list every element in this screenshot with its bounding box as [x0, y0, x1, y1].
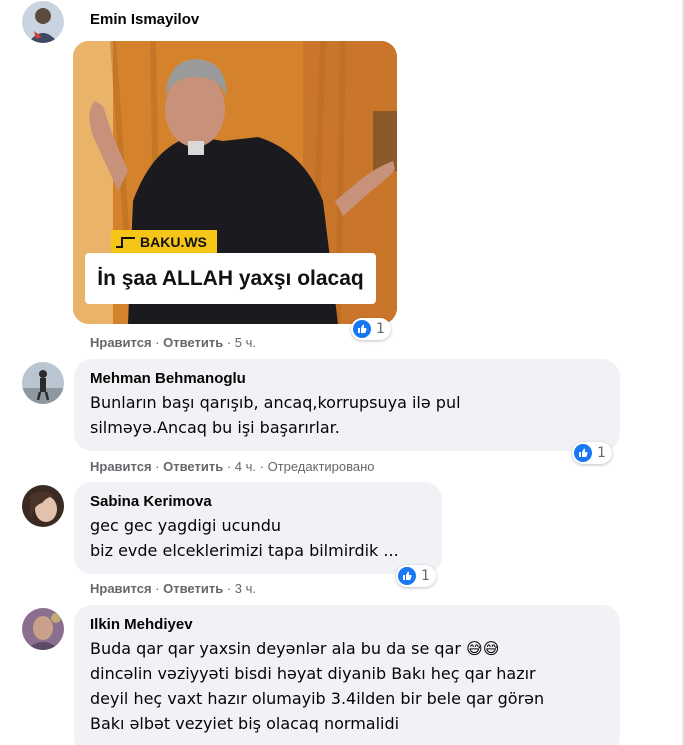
reply-button[interactable]: Ответить [163, 335, 223, 350]
reaction-count: 1 [376, 321, 385, 337]
comment-actions: Нравится · Ответить · 5 ч. [90, 335, 256, 350]
separator: · [223, 581, 235, 596]
image-caption-box: İn şaa ALLAH yaxşı olacaq [85, 253, 376, 304]
edited-label: Отредактировано [267, 459, 375, 474]
brand-tag: BAKU.WS [111, 230, 217, 253]
separator: · [151, 459, 164, 474]
comment-text: gec gec yagdigi ucundu biz evde elcekler… [90, 516, 399, 560]
avatar-image [22, 485, 64, 527]
comment-author[interactable]: Sabina Kerimova [90, 493, 426, 510]
brand-text: BAKU.WS [140, 233, 207, 250]
separator: · [151, 581, 164, 596]
like-icon [398, 567, 416, 585]
reaction-count: 1 [421, 568, 430, 584]
separator: · [151, 335, 164, 350]
avatar-image [22, 608, 64, 650]
comment-author[interactable]: Ilkin Mehdiyev [90, 616, 604, 633]
comment-bubble: Mehman Behmanoglu Bunların başı qarışıb,… [74, 359, 620, 451]
like-icon [574, 444, 592, 462]
like-button[interactable]: Нравится [90, 335, 152, 350]
comment-time[interactable]: 5 ч. [235, 335, 256, 350]
reply-button[interactable]: Ответить [163, 581, 223, 596]
reaction-badge[interactable]: 1 [572, 442, 612, 464]
comment-text: Bunların başı qarışıb, ancaq,korrupsuya … [90, 393, 461, 437]
avatar[interactable] [22, 485, 64, 527]
comment-time[interactable]: 3 ч. [235, 581, 256, 596]
comment-bubble: Ilkin Mehdiyev Buda qar qar yaxsin deyən… [74, 605, 620, 745]
separator: · [256, 459, 268, 474]
image-caption: İn şaa ALLAH yaxşı olacaq [97, 266, 364, 290]
avatar-image [22, 1, 64, 43]
like-icon [353, 320, 371, 338]
comment-author[interactable]: Emin Ismayilov [90, 11, 199, 28]
like-button[interactable]: Нравится [90, 581, 152, 596]
avatar[interactable] [22, 362, 64, 404]
like-button[interactable]: Нравится [90, 459, 152, 474]
avatar-image [22, 362, 64, 404]
comment-author[interactable]: Mehman Behmanoglu [90, 370, 604, 387]
comment-text: Buda qar qar yaxsin deyənlər ala bu da s… [90, 639, 545, 733]
reaction-badge[interactable]: 1 [396, 565, 436, 587]
separator: · [223, 335, 235, 350]
comment-attached-image[interactable]: BAKU.WS İn şaa ALLAH yaxşı olacaq [73, 41, 397, 324]
separator: · [223, 459, 235, 474]
comment-bubble: Sabina Kerimova gec gec yagdigi ucundu b… [74, 482, 442, 574]
comment-actions: Нравится · Ответить · 4 ч. · Отредактиро… [90, 459, 375, 474]
avatar[interactable] [22, 608, 64, 650]
comment-actions: Нравится · Ответить · 3 ч. [90, 581, 256, 596]
reaction-badge[interactable]: 1 [351, 318, 391, 340]
comment-time[interactable]: 4 ч. [235, 459, 256, 474]
reply-button[interactable]: Ответить [163, 459, 223, 474]
avatar[interactable] [22, 1, 64, 43]
reaction-count: 1 [597, 445, 606, 461]
brand-logo-icon [116, 236, 135, 248]
